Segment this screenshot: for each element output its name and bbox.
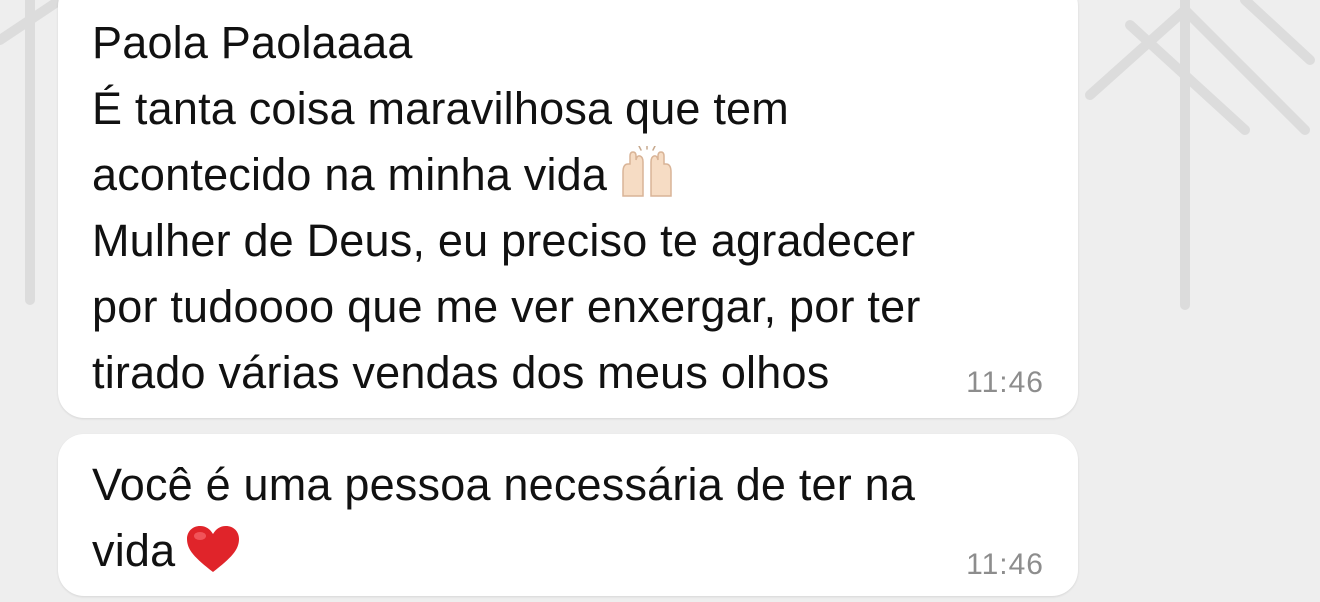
message-bubble[interactable]: Você é uma pessoa necessária de ter na v… [58,434,1078,596]
message-timestamp: 11:46 [966,366,1044,399]
message-line: Você é uma pessoa necessária de ter na [92,459,916,510]
message-line-with-emoji: vida [92,518,241,584]
message-line-text: vida [92,525,176,576]
message-line: por tudoooo que me ver enxergar, por ter [92,281,921,332]
sender-name: Paola Paolaaaa [92,17,413,68]
message-line-text: acontecido na minha vida [92,149,608,200]
raising-hands-emoji-icon [622,146,672,197]
message-line-with-emoji: acontecido na minha vida [92,142,677,208]
message-timestamp: 11:46 [966,548,1044,581]
message-bubble[interactable]: Paola Paolaaaa É tanta coisa maravilhosa… [58,0,1078,418]
red-heart-emoji-icon [187,526,240,572]
message-line: É tanta coisa maravilhosa que tem [92,83,789,134]
message-line: Mulher de Deus, eu preciso te agradecer [92,215,916,266]
message-line: tirado várias vendas dos meus olhos [92,347,830,398]
